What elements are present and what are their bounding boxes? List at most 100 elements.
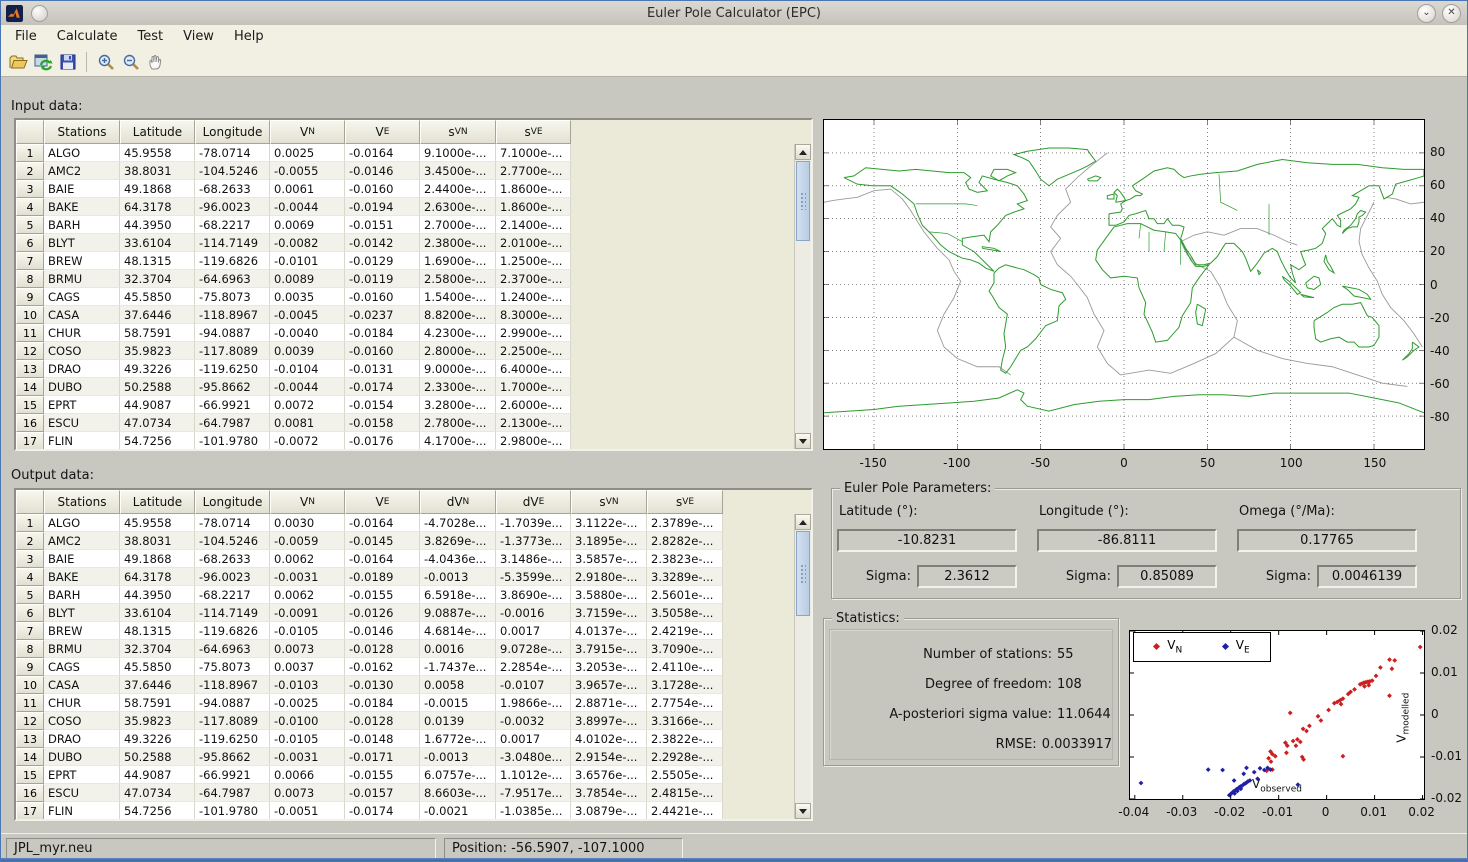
cell[interactable]: 2.9800e-... bbox=[496, 432, 571, 449]
cell[interactable]: -96.0023 bbox=[195, 568, 270, 586]
cell[interactable]: 3.9657e-... bbox=[571, 676, 647, 694]
cell[interactable]: -104.5246 bbox=[195, 532, 270, 550]
row-number[interactable]: 17 bbox=[16, 802, 44, 819]
cell[interactable]: -0.0045 bbox=[270, 306, 345, 324]
close-icon[interactable]: ✕ bbox=[1442, 4, 1461, 23]
cell[interactable]: -0.0082 bbox=[270, 234, 345, 252]
cell[interactable]: BAKE bbox=[44, 568, 120, 586]
cell[interactable]: CHUR bbox=[44, 694, 120, 712]
cell[interactable]: EPRT bbox=[44, 396, 120, 414]
cell[interactable]: 3.0879e-... bbox=[571, 802, 647, 819]
cell[interactable]: 35.9823 bbox=[120, 712, 195, 730]
cell[interactable]: -0.0155 bbox=[345, 766, 420, 784]
cell[interactable]: 49.3226 bbox=[120, 360, 195, 378]
cell[interactable]: 2.2928e-... bbox=[647, 748, 723, 766]
cell[interactable]: 2.3822e-... bbox=[647, 730, 723, 748]
cell[interactable]: ESCU bbox=[44, 784, 120, 802]
cell[interactable]: 0.0058 bbox=[420, 676, 496, 694]
cell[interactable]: 2.7700e-... bbox=[496, 162, 571, 180]
cell[interactable]: CAGS bbox=[44, 288, 120, 306]
cell[interactable]: 1.7000e-... bbox=[496, 378, 571, 396]
param-value-field[interactable]: -86.8111 bbox=[1037, 529, 1217, 552]
cell[interactable]: -114.7149 bbox=[195, 604, 270, 622]
pan-button[interactable] bbox=[143, 49, 168, 74]
cell[interactable]: -0.0044 bbox=[270, 378, 345, 396]
column-header[interactable]: Stations bbox=[44, 490, 120, 514]
column-header[interactable]: dVN bbox=[420, 490, 496, 514]
cell[interactable]: 44.9087 bbox=[120, 396, 195, 414]
row-number[interactable]: 4 bbox=[16, 198, 44, 216]
cell[interactable]: 8.8200e-... bbox=[420, 306, 496, 324]
row-number[interactable]: 7 bbox=[16, 252, 44, 270]
cell[interactable]: 2.4219e-... bbox=[647, 622, 723, 640]
cell[interactable]: 1.9866e-... bbox=[496, 694, 571, 712]
cell[interactable]: -68.2633 bbox=[195, 180, 270, 198]
cell[interactable]: 2.8282e-... bbox=[647, 532, 723, 550]
cell[interactable]: -0.0031 bbox=[270, 748, 345, 766]
cell[interactable]: 33.6104 bbox=[120, 234, 195, 252]
cell[interactable]: -0.0148 bbox=[345, 730, 420, 748]
cell[interactable]: AMC2 bbox=[44, 532, 120, 550]
cell[interactable]: BRMU bbox=[44, 640, 120, 658]
row-number[interactable]: 6 bbox=[16, 234, 44, 252]
row-number[interactable]: 12 bbox=[16, 712, 44, 730]
cell[interactable]: 9.1000e-... bbox=[420, 144, 496, 162]
cell[interactable]: -75.8073 bbox=[195, 288, 270, 306]
cell[interactable]: -0.0146 bbox=[345, 622, 420, 640]
cell[interactable]: BREW bbox=[44, 622, 120, 640]
cell[interactable]: 2.5505e-... bbox=[647, 766, 723, 784]
cell[interactable]: 4.1700e-... bbox=[420, 432, 496, 449]
cell[interactable]: BARH bbox=[44, 216, 120, 234]
cell[interactable]: -64.7987 bbox=[195, 784, 270, 802]
cell[interactable]: -68.2633 bbox=[195, 550, 270, 568]
cell[interactable]: -0.0072 bbox=[270, 432, 345, 449]
cell[interactable]: 2.4400e-... bbox=[420, 180, 496, 198]
cell[interactable]: -0.0051 bbox=[270, 802, 345, 819]
row-number[interactable]: 15 bbox=[16, 766, 44, 784]
cell[interactable]: -4.0436e... bbox=[420, 550, 496, 568]
cell[interactable]: 0.0017 bbox=[496, 730, 571, 748]
sigma-value-field[interactable]: 2.3612 bbox=[917, 565, 1017, 588]
cell[interactable]: -119.6826 bbox=[195, 252, 270, 270]
cell[interactable]: ESCU bbox=[44, 414, 120, 432]
cell[interactable]: 2.4421e-... bbox=[647, 802, 723, 819]
residual-scatter-plot[interactable]: VN VE Vobserved Vmodelled bbox=[1129, 630, 1425, 800]
cell[interactable]: 47.0734 bbox=[120, 784, 195, 802]
cell[interactable]: 2.1400e-... bbox=[496, 216, 571, 234]
cell[interactable]: 64.3178 bbox=[120, 198, 195, 216]
row-number[interactable]: 12 bbox=[16, 342, 44, 360]
cell[interactable]: 58.7591 bbox=[120, 694, 195, 712]
cell[interactable]: 3.7854e-... bbox=[571, 784, 647, 802]
scroll-up-icon[interactable] bbox=[795, 514, 811, 530]
cell[interactable]: 45.5850 bbox=[120, 658, 195, 676]
cell[interactable]: -95.8662 bbox=[195, 748, 270, 766]
cell[interactable]: 1.1012e-... bbox=[496, 766, 571, 784]
output-table[interactable]: StationsLatitudeLongitudeVNVEdVNdVEsVNsV… bbox=[14, 488, 813, 821]
menu-file[interactable]: File bbox=[5, 27, 47, 46]
cell[interactable]: -1.3773e... bbox=[496, 532, 571, 550]
cell[interactable]: 49.1868 bbox=[120, 550, 195, 568]
column-header[interactable]: sVN bbox=[571, 490, 647, 514]
cell[interactable]: ALGO bbox=[44, 514, 120, 532]
cell[interactable]: -0.0146 bbox=[345, 162, 420, 180]
cell[interactable]: -0.0128 bbox=[345, 712, 420, 730]
cell[interactable]: 48.1315 bbox=[120, 622, 195, 640]
cell[interactable]: -66.9921 bbox=[195, 766, 270, 784]
cell[interactable]: -68.2217 bbox=[195, 216, 270, 234]
corner-header-cell[interactable] bbox=[16, 490, 44, 514]
output-table-scrollbar[interactable] bbox=[794, 514, 811, 819]
cell[interactable]: 9.0000e-... bbox=[420, 360, 496, 378]
cell[interactable]: BLYT bbox=[44, 234, 120, 252]
row-number[interactable]: 10 bbox=[16, 676, 44, 694]
cell[interactable]: -0.0040 bbox=[270, 324, 345, 342]
cell[interactable]: 2.3789e-... bbox=[647, 514, 723, 532]
row-number[interactable]: 14 bbox=[16, 378, 44, 396]
cell[interactable]: -0.0025 bbox=[270, 694, 345, 712]
cell[interactable]: DUBO bbox=[44, 748, 120, 766]
cell[interactable]: 8.6603e-... bbox=[420, 784, 496, 802]
world-map[interactable] bbox=[823, 119, 1425, 450]
cell[interactable]: -0.0021 bbox=[420, 802, 496, 819]
cell[interactable]: 1.6900e-... bbox=[420, 252, 496, 270]
cell[interactable]: -0.0160 bbox=[345, 342, 420, 360]
scroll-down-icon[interactable] bbox=[795, 803, 811, 819]
